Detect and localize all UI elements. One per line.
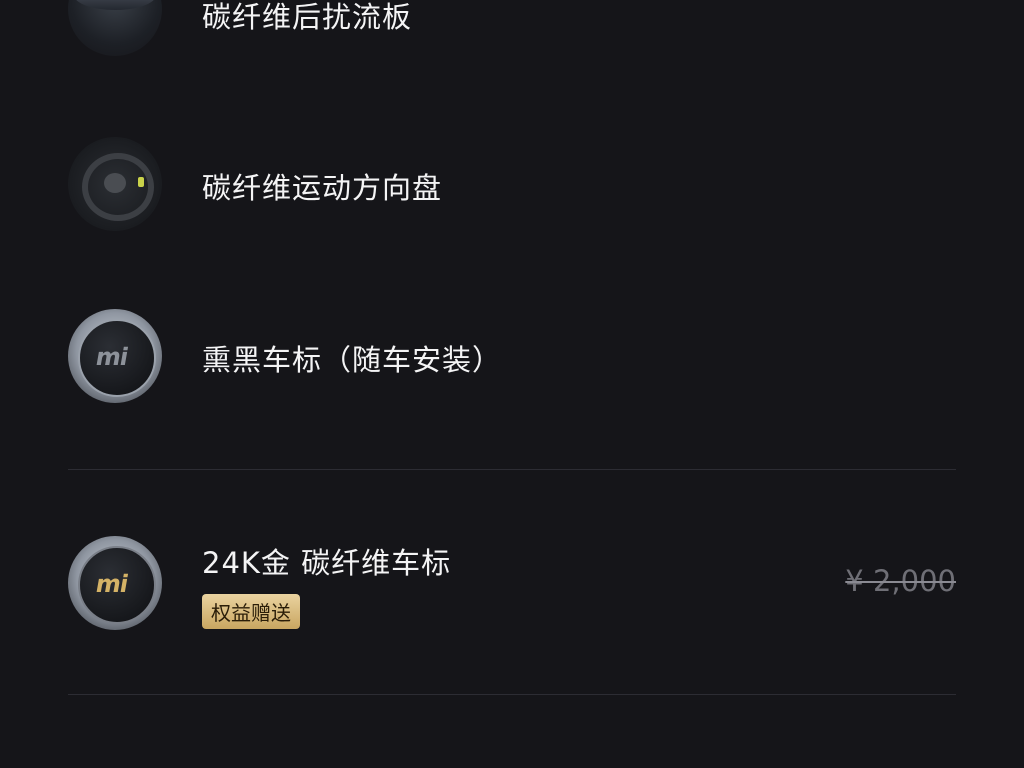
divider [68,469,956,470]
gift-badge: 权益赠送 [202,594,300,629]
spoiler-shape [74,0,156,10]
item-title: 熏黑车标（随车安装） [202,343,503,377]
steering-wheel-image [68,137,162,231]
list-item-gold-emblem[interactable]: mi 24K金 碳纤维车标 权益赠送 ¥ 2,000 [68,536,956,630]
list-item-black-emblem[interactable]: mi 熏黑车标（随车安装） [68,309,956,403]
wheel-accent [138,177,144,187]
list-item-rear-spoiler[interactable]: 碳纤维后扰流板 [68,0,956,60]
black-emblem-image: mi [68,309,162,403]
original-price: ¥ 2,000 [845,564,956,598]
wheel-hub [104,173,126,193]
gold-emblem-image: mi [68,536,162,630]
rear-spoiler-image [68,0,162,56]
emblem-logo-icon: mi [93,570,130,598]
item-title: 碳纤维运动方向盘 [202,171,443,205]
emblem-logo-icon: mi [93,343,130,371]
item-title: 24K金 碳纤维车标 [202,546,452,580]
list-item-steering-wheel[interactable]: 碳纤维运动方向盘 [68,137,956,231]
divider [68,694,956,695]
accessory-list: 碳纤维后扰流板 碳纤维运动方向盘 mi 熏黑车标（随车安装） mi 24K金 碳… [0,0,1024,768]
item-title: 碳纤维后扰流板 [202,0,413,34]
